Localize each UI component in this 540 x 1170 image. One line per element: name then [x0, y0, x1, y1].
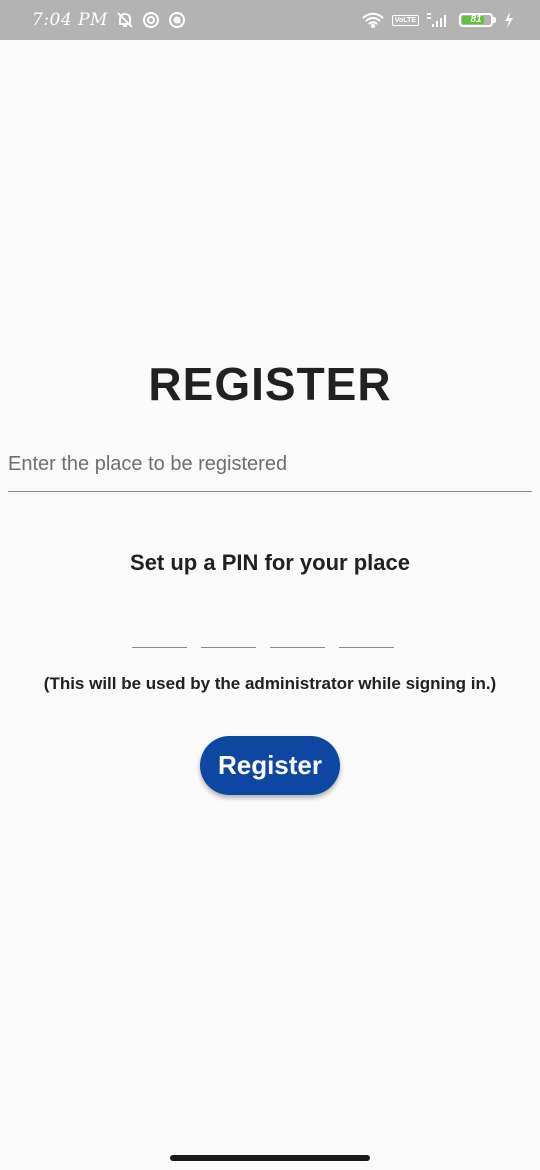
volte-bottom-label: LTE — [403, 16, 416, 24]
pin-note: (This will be used by the administrator … — [43, 674, 497, 693]
wifi-icon — [362, 12, 384, 28]
mute-bell-icon — [116, 11, 134, 29]
gesture-nav-handle[interactable] — [170, 1155, 370, 1161]
volte-icon: Vo LTE — [391, 14, 419, 26]
pin-digit-2[interactable] — [201, 612, 256, 648]
register-button[interactable]: Register — [200, 736, 340, 795]
status-bar-left: 7:04 PM — [32, 10, 186, 30]
place-name-input[interactable] — [8, 438, 532, 492]
battery-body: 81 — [459, 13, 493, 27]
pin-digit-3[interactable] — [270, 612, 325, 648]
status-bar: 7:04 PM Vo LTE 81 — [0, 0, 540, 40]
pin-heading: Set up a PIN for your place — [130, 550, 410, 575]
status-bar-right: Vo LTE 81 — [362, 12, 514, 28]
charging-icon — [504, 12, 514, 28]
battery-level: 81 — [470, 14, 482, 25]
battery-icon: 81 — [459, 13, 496, 27]
pin-digit-4[interactable] — [339, 612, 394, 648]
at-icon — [168, 11, 186, 29]
vpn-icon — [142, 11, 160, 29]
volte-top-label: Vo — [394, 16, 404, 24]
pin-input-row — [132, 612, 394, 648]
status-time: 7:04 PM — [32, 10, 108, 30]
battery-cap — [493, 17, 496, 23]
page-title: REGISTER — [148, 358, 392, 410]
signal-icon — [427, 12, 451, 28]
pin-digit-1[interactable] — [132, 612, 187, 648]
